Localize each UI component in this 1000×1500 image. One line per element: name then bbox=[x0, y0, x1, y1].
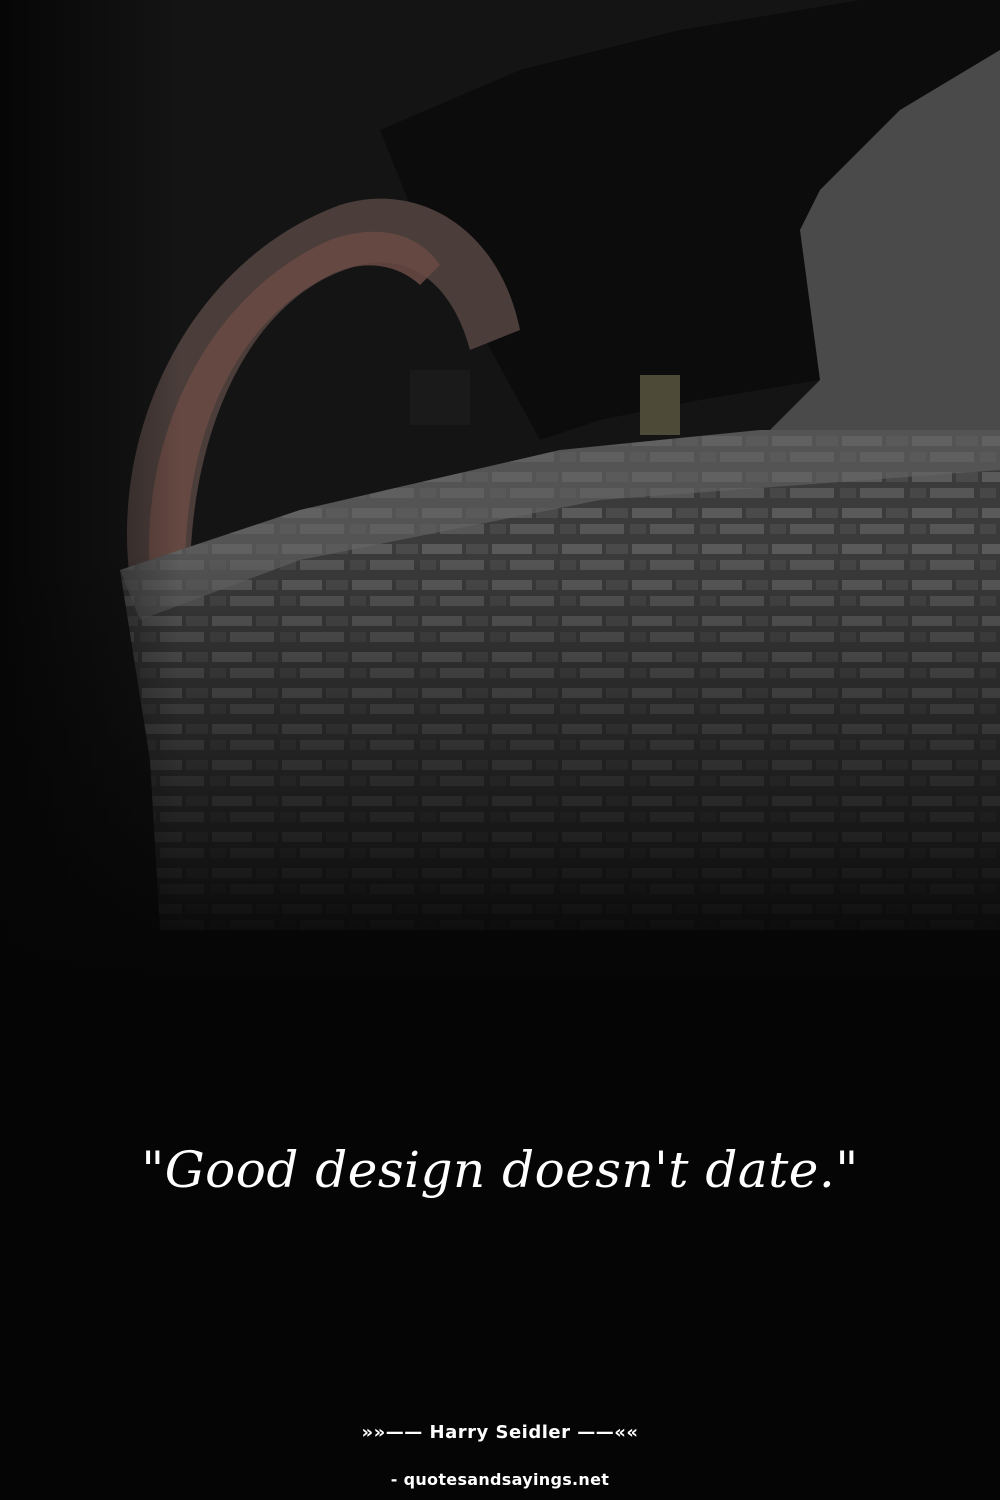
quote-text: "Good design doesn't date." bbox=[141, 1141, 859, 1199]
source-site: - quotesandsayings.net bbox=[390, 1470, 610, 1489]
quote-author: »»—— Harry Seidler ——«« bbox=[361, 1422, 639, 1443]
background-photo-basket bbox=[0, 0, 1000, 1000]
quote-poster: "Good design doesn't date." »»—— Harry S… bbox=[0, 0, 1000, 1500]
